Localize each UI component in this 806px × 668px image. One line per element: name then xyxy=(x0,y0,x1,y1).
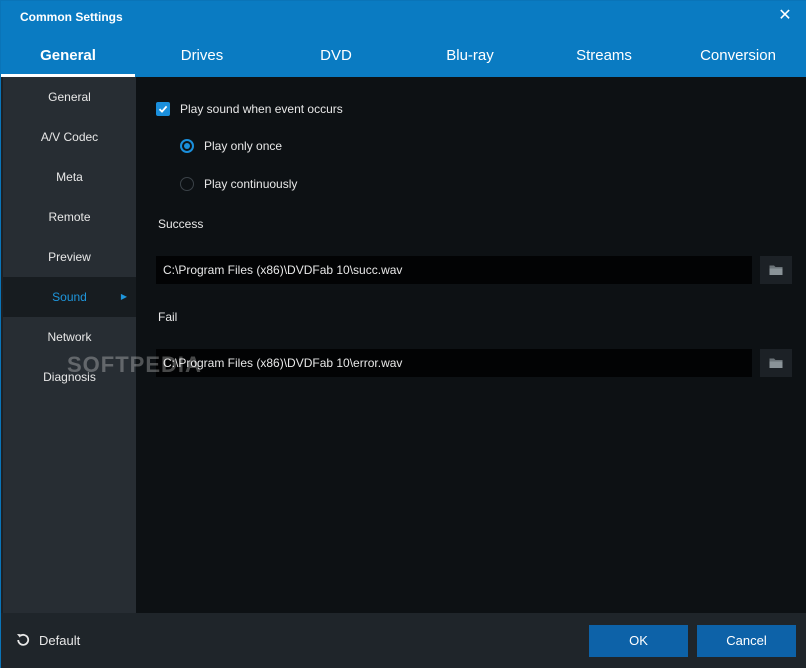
sidebar-item-label: Preview xyxy=(48,250,91,264)
success-browse-button[interactable] xyxy=(760,256,792,284)
default-label: Default xyxy=(39,632,81,648)
tab-dvd[interactable]: DVD xyxy=(269,37,403,77)
folder-icon xyxy=(769,358,783,368)
fail-browse-button[interactable] xyxy=(760,349,792,377)
sidebar-item-preview[interactable]: Preview xyxy=(3,237,136,277)
sidebar-item-general[interactable]: General xyxy=(3,77,136,117)
play-sound-option[interactable]: Play sound when event occurs xyxy=(156,102,343,116)
check-icon xyxy=(158,105,168,113)
sidebar: General A/V Codec Meta Remote Preview So… xyxy=(3,77,136,613)
sidebar-item-label: Sound xyxy=(52,290,87,304)
sidebar-item-av-codec[interactable]: A/V Codec xyxy=(3,117,136,157)
close-icon[interactable]: ✕ xyxy=(777,7,793,25)
watermark: SOFTPEDIA xyxy=(67,352,202,377)
radio-dot xyxy=(184,143,190,149)
settings-window: Common Settings ✕ General Drives DVD Blu… xyxy=(0,0,806,668)
cancel-button[interactable]: Cancel xyxy=(697,625,796,657)
play-once-label: Play only once xyxy=(204,139,283,153)
tab-general[interactable]: General xyxy=(1,37,135,77)
tab-blu-ray[interactable]: Blu-ray xyxy=(403,37,537,77)
sidebar-item-meta[interactable]: Meta xyxy=(3,157,136,197)
play-once-radio[interactable] xyxy=(180,139,194,153)
play-continuously-radio[interactable] xyxy=(180,177,194,191)
tab-bar: General Drives DVD Blu-ray Streams Conve… xyxy=(1,37,806,77)
success-label: Success xyxy=(158,217,204,231)
window-header: Common Settings ✕ General Drives DVD Blu… xyxy=(1,1,806,77)
reset-icon xyxy=(17,633,30,646)
play-continuously-label: Play continuously xyxy=(204,177,298,191)
fail-path-field[interactable] xyxy=(156,349,752,377)
fail-label: Fail xyxy=(158,310,178,324)
sidebar-item-label: Network xyxy=(47,330,92,344)
default-button[interactable]: Default xyxy=(15,632,80,648)
sidebar-item-label: A/V Codec xyxy=(40,130,99,144)
sidebar-item-label: Meta xyxy=(56,170,83,184)
sound-settings-panel: Play sound when event occurs Play only o… xyxy=(136,77,806,613)
sidebar-item-sound[interactable]: Sound ▶ xyxy=(3,277,136,317)
sidebar-item-remote[interactable]: Remote xyxy=(3,197,136,237)
window-title: Common Settings xyxy=(20,10,123,24)
play-continuously-option[interactable]: Play continuously xyxy=(180,177,297,191)
sidebar-item-label: General xyxy=(48,90,91,104)
folder-icon xyxy=(769,265,783,275)
tab-streams[interactable]: Streams xyxy=(537,37,671,77)
ok-button[interactable]: OK xyxy=(589,625,688,657)
play-sound-label: Play sound when event occurs xyxy=(180,102,343,116)
play-sound-checkbox[interactable] xyxy=(156,102,170,116)
footer-bar: Default OK Cancel xyxy=(1,613,806,668)
tab-drives[interactable]: Drives xyxy=(135,37,269,77)
success-path-field[interactable] xyxy=(156,256,752,284)
tab-conversion[interactable]: Conversion xyxy=(671,37,805,77)
caret-right-icon: ▶ xyxy=(120,292,127,301)
play-once-option[interactable]: Play only once xyxy=(180,139,282,153)
sidebar-item-network[interactable]: Network xyxy=(3,317,136,357)
sidebar-item-label: Remote xyxy=(48,210,91,224)
